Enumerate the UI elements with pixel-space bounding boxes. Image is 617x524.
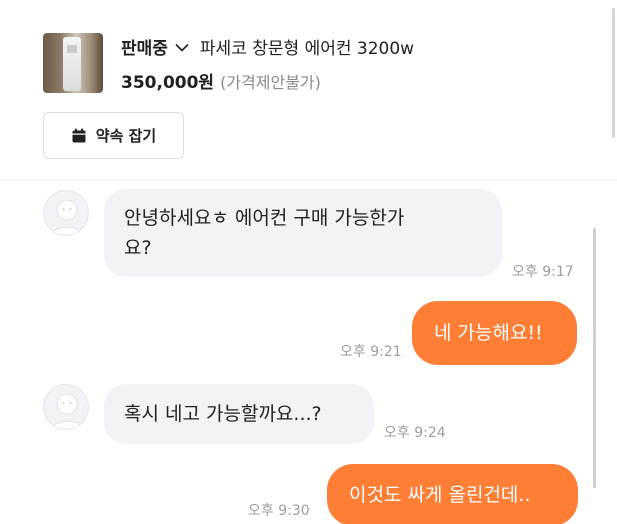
- chevron-down-icon[interactable]: [175, 43, 189, 52]
- header-divider: [0, 180, 617, 181]
- header-scrollbar[interactable]: [612, 8, 615, 138]
- message-text: 네 가능해요!!: [434, 322, 543, 344]
- price-row: 350,000원 (가격제안불가): [121, 68, 321, 93]
- default-avatar-icon: [50, 393, 84, 429]
- message-text: 이것도 싸게 올린건데..: [349, 484, 531, 506]
- message-time: 오후 9:30: [248, 503, 310, 519]
- default-avatar-icon: [50, 199, 84, 235]
- outgoing-message-bubble: 네 가능해요!!: [412, 301, 577, 365]
- message-text-line: 안녕하세요ㅎ 에어컨 구매 가능한가: [124, 207, 405, 229]
- message-text: 혹시 네고 가능할까요...?: [124, 403, 322, 425]
- outgoing-message-bubble: 이것도 싸게 올린건데..: [327, 464, 578, 524]
- message-text-line: 요?: [124, 237, 152, 259]
- product-header: 판매중 파세코 창문형 에어컨 3200w 350,000원 (가격제안불가) …: [0, 0, 617, 180]
- avatar[interactable]: [43, 384, 89, 430]
- product-title: 파세코 창문형 에어컨 3200w: [199, 39, 415, 59]
- avatar[interactable]: [43, 190, 89, 236]
- message-time: 오후 9:24: [384, 425, 446, 441]
- calendar-icon: [72, 128, 86, 142]
- incoming-message-bubble: 안녕하세요ㅎ 에어컨 구매 가능한가 요?: [104, 189, 502, 277]
- make-appointment-button[interactable]: 약속 잡기: [43, 112, 184, 159]
- message-time: 오후 9:21: [340, 344, 402, 360]
- product-thumbnail[interactable]: [43, 33, 103, 93]
- chat-screen: 판매중 파세코 창문형 에어컨 3200w 350,000원 (가격제안불가) …: [0, 0, 617, 524]
- appointment-label: 약속 잡기: [95, 127, 157, 145]
- incoming-message-bubble: 혹시 네고 가능할까요...?: [104, 384, 374, 444]
- sale-status[interactable]: 판매중: [121, 34, 168, 59]
- chat-scrollbar[interactable]: [593, 228, 596, 488]
- price-note: (가격제안불가): [220, 73, 321, 92]
- product-info: 판매중 파세코 창문형 에어컨 3200w: [121, 34, 414, 59]
- product-price: 350,000원: [121, 73, 215, 93]
- air-conditioner-icon: [63, 37, 81, 91]
- message-time: 오후 9:17: [512, 264, 574, 280]
